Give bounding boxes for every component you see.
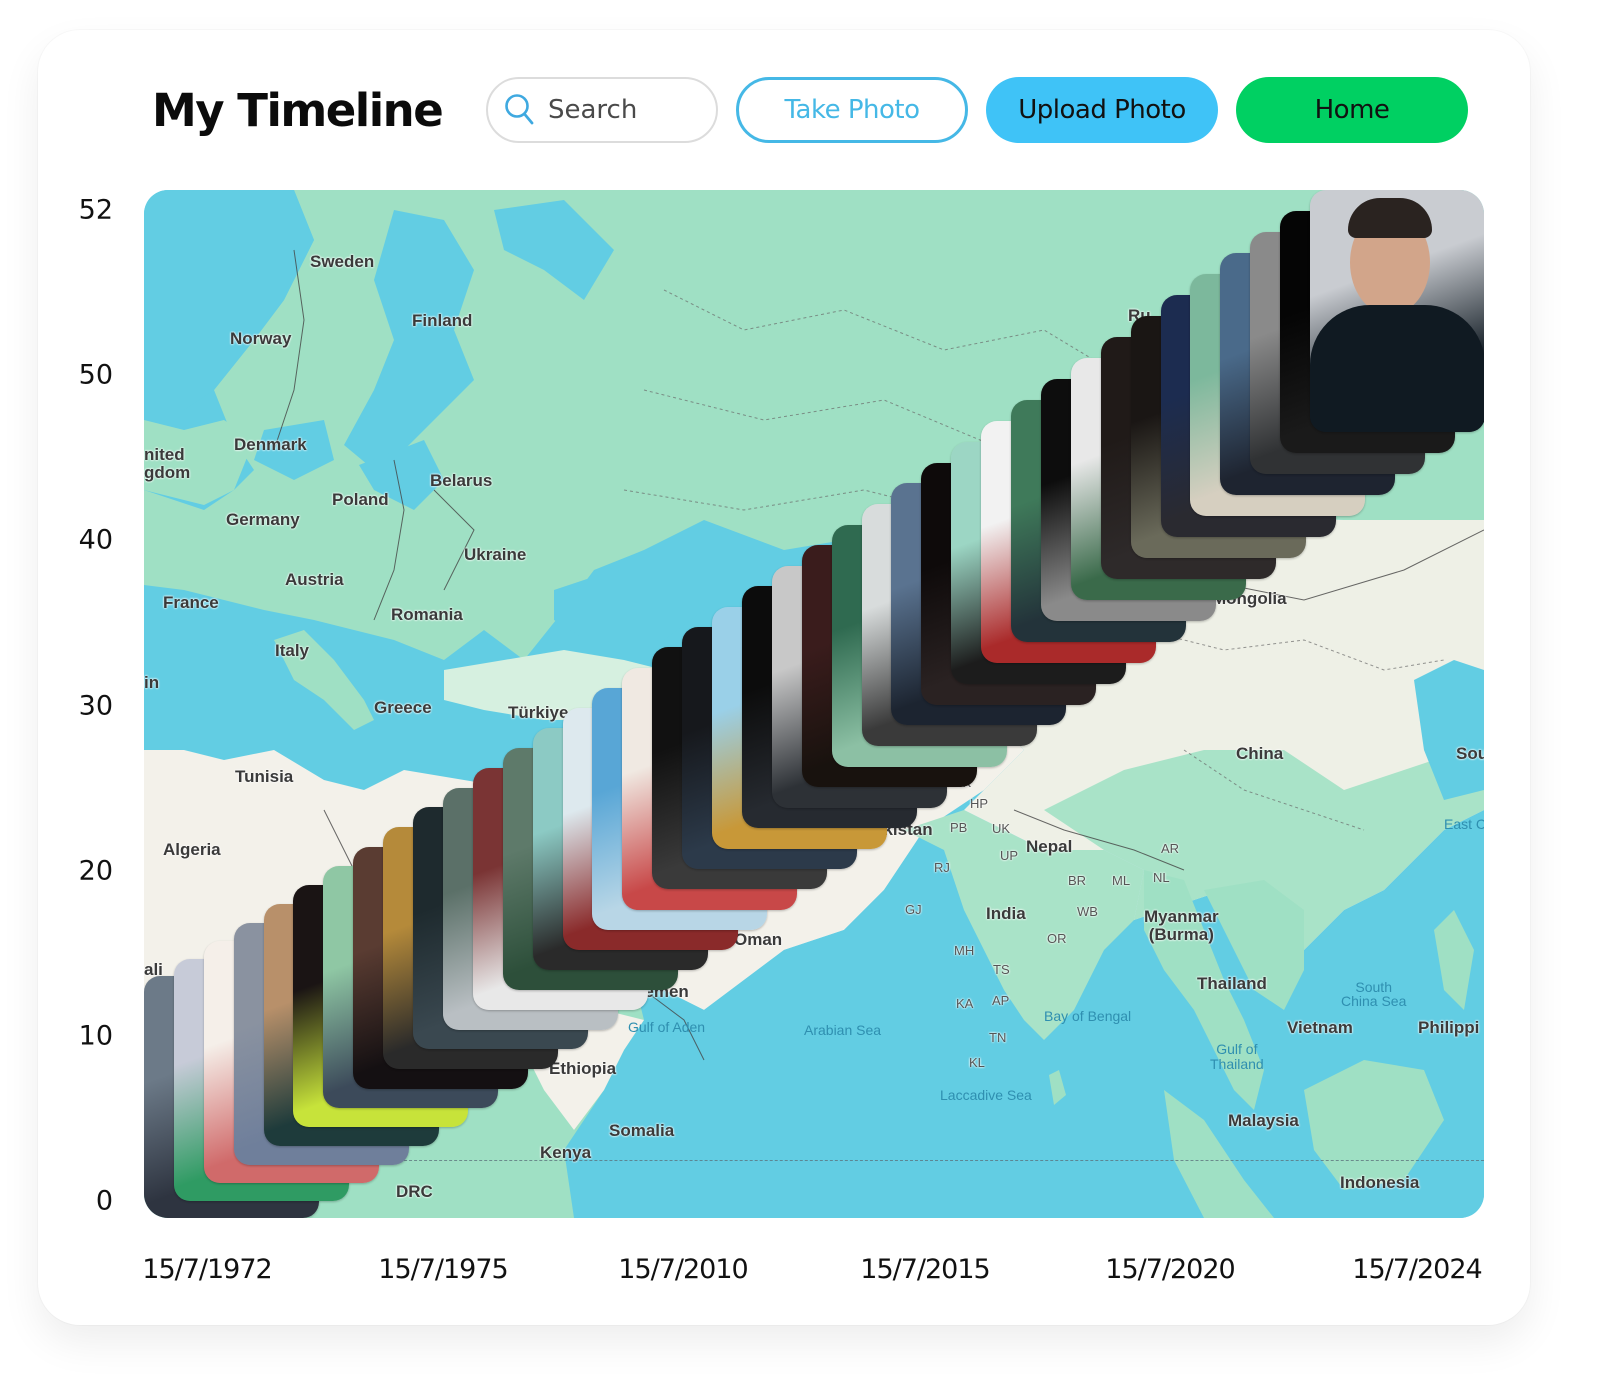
map-label: DRC	[396, 1182, 433, 1201]
y-tick: 40	[78, 524, 113, 556]
y-tick: 30	[78, 690, 113, 722]
x-tick: 15/7/2015	[860, 1254, 990, 1285]
map-label: East C	[1444, 816, 1484, 832]
map-label: RJ	[934, 860, 950, 875]
map-label: KA	[956, 996, 974, 1011]
map-label: TS	[993, 962, 1010, 977]
map-label: Indonesia	[1340, 1173, 1420, 1192]
equator-line	[374, 1160, 1484, 1161]
map-label: HP	[970, 796, 989, 811]
map-label: TN	[989, 1030, 1007, 1045]
x-tick: 15/7/1972	[142, 1254, 272, 1285]
map-label: Greece	[374, 698, 432, 717]
map-label: Oman	[734, 930, 783, 949]
map-label: China	[1236, 744, 1284, 763]
map-label: in	[144, 673, 160, 692]
y-tick: 52	[78, 194, 113, 226]
search-icon	[504, 93, 536, 127]
map-label: Somalia	[609, 1121, 675, 1140]
map-label: Sweden	[310, 252, 375, 271]
map-label: Tunisia	[235, 767, 294, 786]
map-label: Laccadive Sea	[940, 1087, 1032, 1103]
map-label: OR	[1047, 931, 1067, 946]
map-label: France	[163, 593, 219, 612]
map-label: Thailand	[1197, 974, 1267, 993]
take-photo-label: Take Photo	[784, 95, 920, 125]
map-label: Sou	[1456, 744, 1484, 763]
map-label: Poland	[332, 490, 389, 509]
photo-subject-hair	[1348, 198, 1432, 238]
map-label: AR	[1161, 841, 1180, 856]
timeline-photo-card[interactable]	[1310, 190, 1484, 432]
timeline-map[interactable]: Sweden Norway Finland nited gdom Denmark …	[144, 190, 1484, 1218]
home-button[interactable]: Home	[1236, 77, 1468, 143]
map-label: Belarus	[430, 471, 493, 490]
upload-photo-button[interactable]: Upload Photo	[986, 77, 1218, 143]
map-label: WB	[1077, 904, 1098, 919]
y-tick: 20	[78, 855, 113, 887]
upload-photo-label: Upload Photo	[1018, 95, 1186, 125]
y-tick: 50	[78, 359, 113, 391]
map-label: Austria	[285, 570, 344, 589]
y-tick: 0	[95, 1185, 113, 1217]
map-label: Philippi	[1418, 1018, 1480, 1037]
home-label: Home	[1314, 95, 1390, 125]
map-label: Nepal	[1026, 837, 1073, 856]
y-tick: 10	[78, 1020, 113, 1052]
map-label: KL	[969, 1055, 985, 1070]
photo-subject-body	[1310, 305, 1484, 432]
page-title: My Timeline	[152, 84, 444, 137]
map-label: Romania	[391, 605, 463, 624]
map-label: Malaysia	[1228, 1111, 1299, 1130]
search-field[interactable]	[486, 77, 718, 143]
map-label: GJ	[905, 902, 922, 917]
map-label: Germany	[226, 510, 300, 529]
map-label: PB	[950, 820, 968, 835]
take-photo-button[interactable]: Take Photo	[736, 77, 968, 143]
map-label: Gulf of Aden	[628, 1019, 706, 1035]
map-label: BR	[1068, 873, 1087, 888]
map-label: nited gdom	[144, 445, 191, 482]
map-label: Denmark	[234, 435, 307, 454]
search-input[interactable]	[546, 94, 710, 126]
map-label: AP	[992, 993, 1010, 1008]
map-label: UP	[1000, 848, 1019, 863]
map-label: South China Sea	[1341, 979, 1407, 1009]
map-label: Türkiye	[508, 703, 569, 722]
map-label: Norway	[230, 329, 292, 348]
map-label: Italy	[275, 641, 310, 660]
map-label: ML	[1112, 873, 1131, 888]
map-label: Algeria	[163, 840, 221, 859]
x-tick: 15/7/2024	[1352, 1254, 1482, 1285]
map-label: MH	[954, 943, 975, 958]
map-label: Finland	[412, 311, 473, 330]
map-label: Bay of Bengal	[1044, 1008, 1132, 1024]
map-label: UK	[992, 821, 1011, 836]
map-label: Myanmar (Burma)	[1144, 907, 1219, 944]
map-label: NL	[1153, 870, 1170, 885]
map-label: Ukraine	[464, 545, 527, 564]
x-tick: 15/7/1975	[378, 1254, 508, 1285]
map-label: India	[986, 904, 1026, 923]
x-tick: 15/7/2010	[618, 1254, 748, 1285]
map-label: Arabian Sea	[804, 1022, 882, 1038]
map-label: Gulf of Thailand	[1210, 1041, 1264, 1072]
map-label: Ethiopia	[549, 1059, 617, 1078]
map-label: Vietnam	[1287, 1018, 1353, 1037]
x-tick: 15/7/2020	[1105, 1254, 1235, 1285]
